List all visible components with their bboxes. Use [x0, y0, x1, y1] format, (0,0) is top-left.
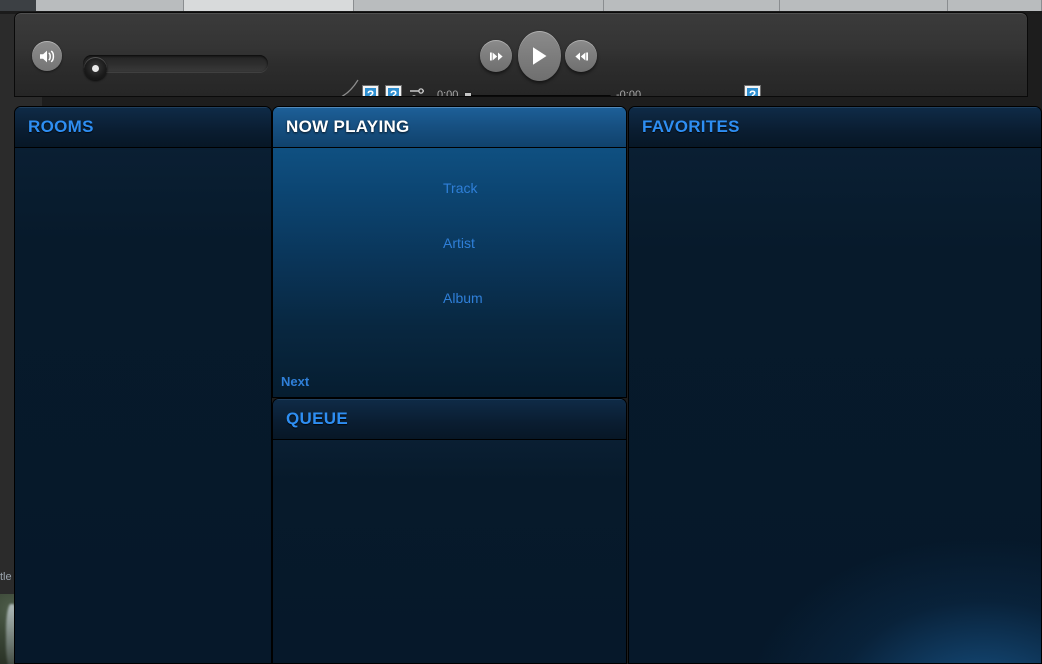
broken-image-icon-c[interactable]: ?	[745, 86, 760, 96]
volume-slider[interactable]	[83, 55, 268, 72]
browser-tab-strip[interactable]	[0, 0, 1042, 11]
scrub-slider[interactable]	[466, 95, 611, 96]
now-playing-panel-body[interactable]: Track Artist Album Next	[273, 148, 626, 397]
volume-button[interactable]	[32, 41, 62, 71]
next-icon	[574, 52, 588, 60]
queue-panel-header[interactable]: QUEUE	[273, 399, 626, 440]
rooms-panel-body[interactable]	[15, 148, 271, 663]
tab-strip-left-edge	[0, 0, 36, 11]
play-icon	[533, 47, 547, 65]
browser-tab-3[interactable]	[354, 0, 604, 11]
next-track-button[interactable]	[565, 40, 597, 72]
previous-icon	[489, 52, 503, 60]
player-toolbar: ? ? ? 0:00 -0:00	[14, 12, 1028, 97]
browser-tab-6[interactable]	[948, 0, 1042, 11]
rooms-panel: ROOMS	[14, 106, 272, 664]
queue-panel-body[interactable]	[273, 440, 626, 663]
background-window-text: tle	[0, 571, 12, 583]
now-playing-track-label: Track	[443, 180, 478, 196]
now-playing-panel: NOW PLAYING Track Artist Album Next	[272, 106, 627, 398]
play-button[interactable]	[518, 31, 561, 81]
remaining-time-label: -0:00	[616, 89, 642, 97]
browser-tab-1[interactable]	[36, 0, 184, 11]
favorites-panel-body[interactable]	[629, 148, 1041, 663]
app-root: tle ? ? ? 0:00 -0:00 ROOMS NOW PLAYING T…	[0, 0, 1042, 664]
equalizer-icon[interactable]	[409, 87, 426, 97]
favorites-panel-title: FAVORITES	[642, 117, 740, 136]
queue-panel: QUEUE	[272, 398, 627, 664]
scrub-slider-knob[interactable]	[465, 93, 471, 96]
broken-image-icon-b[interactable]: ?	[386, 86, 401, 96]
browser-tab-5[interactable]	[780, 0, 948, 11]
broken-image-icon-a[interactable]: ?	[363, 86, 378, 96]
favorites-panel-header[interactable]: FAVORITES	[629, 107, 1041, 148]
rooms-panel-header[interactable]: ROOMS	[15, 107, 271, 148]
elapsed-time-label: 0:00	[437, 89, 459, 97]
queue-panel-title: QUEUE	[286, 409, 348, 428]
now-playing-next-link[interactable]: Next	[281, 374, 309, 389]
rooms-panel-title: ROOMS	[28, 117, 94, 136]
favorites-panel: FAVORITES	[628, 106, 1042, 664]
now-playing-metadata: Track Artist Album	[273, 148, 626, 306]
speaker-icon	[39, 50, 54, 62]
previous-track-button[interactable]	[480, 40, 512, 72]
now-playing-panel-header[interactable]: NOW PLAYING	[273, 107, 626, 148]
volume-slider-knob[interactable]	[84, 57, 107, 80]
now-playing-panel-title: NOW PLAYING	[286, 117, 410, 136]
now-playing-album-label: Album	[443, 290, 483, 306]
browser-tab-4[interactable]	[604, 0, 780, 11]
toolbar-curve-decoration	[341, 79, 359, 96]
browser-tab-2-active[interactable]	[184, 0, 354, 11]
now-playing-artist-label: Artist	[443, 235, 475, 251]
